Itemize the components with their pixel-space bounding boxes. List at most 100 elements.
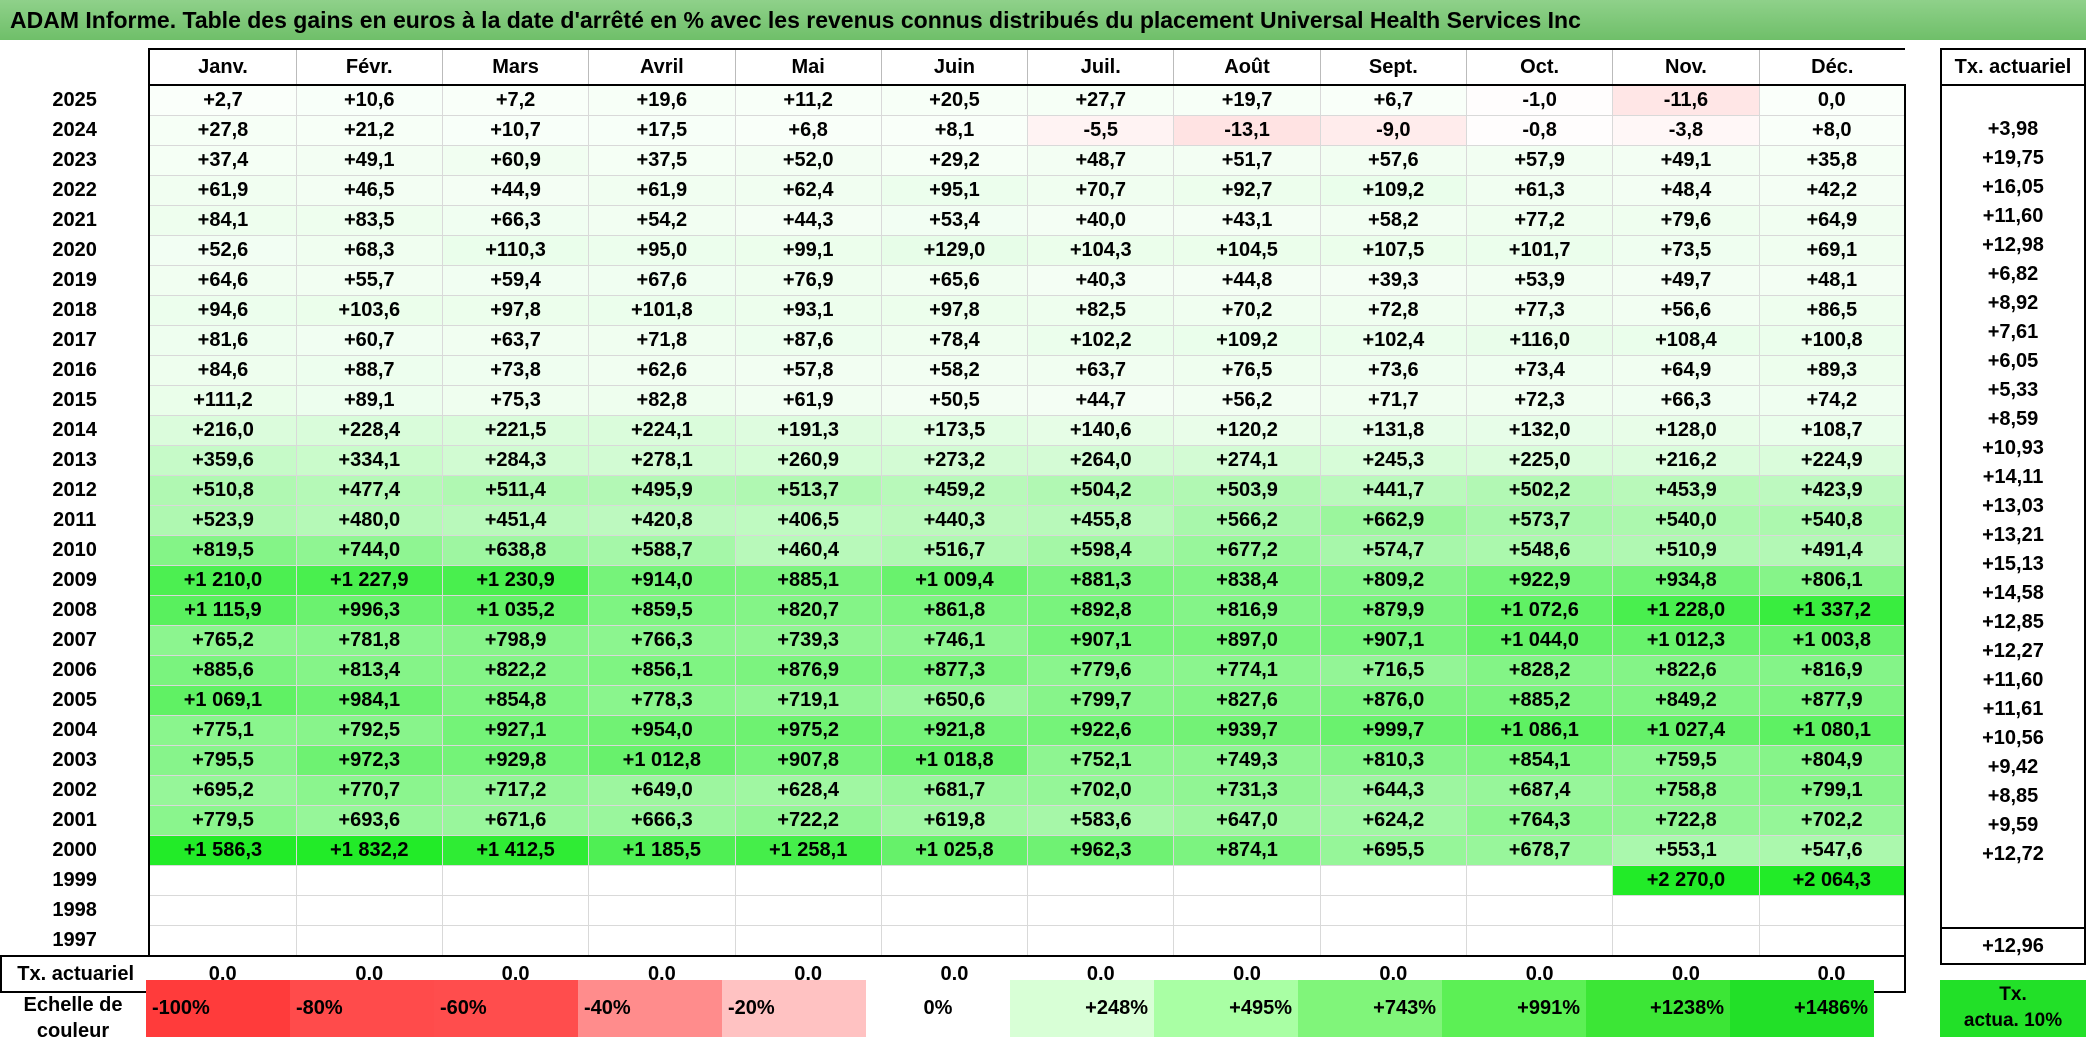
- gain-cell: +58,2: [880, 355, 1029, 386]
- gain-cell: +29,2: [880, 145, 1029, 176]
- gain-cell: +804,9: [1758, 745, 1906, 776]
- gain-cell: +82,5: [1027, 295, 1175, 326]
- gain-cell: +972,3: [295, 745, 443, 776]
- gain-cell: +856,1: [588, 655, 736, 686]
- gain-cell: +583,6: [1027, 805, 1175, 836]
- gain-cell: +516,7: [880, 535, 1029, 566]
- actuarial-swatch-line2: actua. 10%: [1963, 1010, 2063, 1031]
- gain-cell: +881,3: [1027, 565, 1175, 596]
- gain-cell: [1173, 865, 1321, 896]
- actuarial-rate-cell: +10,56: [1940, 724, 2086, 753]
- gain-cell: +48,7: [1027, 145, 1175, 176]
- gain-cell: +813,4: [295, 655, 443, 686]
- gain-cell: +83,5: [295, 205, 443, 236]
- gain-cell: +588,7: [588, 535, 736, 566]
- actuarial-rate-cell: +6,82: [1940, 260, 2086, 289]
- gain-cell: +984,1: [295, 685, 443, 716]
- gain-cell: +2 270,0: [1612, 865, 1760, 896]
- gain-cell: +104,3: [1027, 235, 1175, 266]
- gain-cell: +907,8: [734, 745, 882, 776]
- gain-cell: +77,3: [1465, 295, 1614, 326]
- table-row: 2008 +1 115,9 +996,3 +1 035,2 +859,5 +820,7 +8…: [1, 595, 1906, 626]
- gain-cell: +1 185,5: [588, 835, 736, 866]
- gain-cell: +774,1: [1173, 655, 1321, 686]
- gain-cell: +173,5: [880, 415, 1029, 446]
- gain-cell: +511,4: [441, 475, 590, 506]
- gain-cell: +649,0: [588, 775, 736, 806]
- color-scale: -100% -80% -60% -40% -20% 0% +248% +495% +743% +9…: [146, 980, 1874, 1037]
- color-scale-swatch: -20%: [722, 980, 866, 1037]
- gain-cell: +927,1: [441, 715, 590, 746]
- gain-cell: +274,1: [1173, 445, 1321, 476]
- gain-cell: +191,3: [734, 415, 882, 446]
- actuarial-rate-cell: +16,05: [1940, 173, 2086, 202]
- gain-cell: +892,8: [1027, 595, 1175, 626]
- table-row: +12,98: [1940, 231, 2086, 260]
- actuarial-rate-cell: +15,13: [1940, 550, 2086, 579]
- year-label: 2001: [52, 809, 97, 831]
- gain-cell: +502,2: [1465, 475, 1614, 506]
- gain-cell: +225,0: [1465, 445, 1614, 476]
- gain-cell: +779,5: [148, 805, 297, 836]
- table-row: 2017 +81,6 +60,7 +63,7 +71,8 +87,6 +78,4 +102,2…: [1, 325, 1906, 356]
- gain-cell: +264,0: [1027, 445, 1175, 476]
- gain-cell: +1 003,8: [1758, 625, 1906, 656]
- gain-cell: +73,5: [1612, 235, 1760, 266]
- actuarial-rate-cell: +8,59: [1940, 405, 2086, 434]
- gain-cell: +97,8: [441, 295, 590, 326]
- gain-cell: +752,1: [1027, 745, 1175, 776]
- table-row: 2022 +61,9 +46,5 +44,9 +61,9 +62,4 +95,1 +70,7 +…: [1, 175, 1906, 206]
- gain-cell: +717,2: [441, 775, 590, 806]
- gain-cell: +120,2: [1173, 415, 1321, 446]
- gain-cell: +104,5: [1173, 235, 1321, 266]
- year-label: 2012: [52, 479, 97, 501]
- gain-cell: [1027, 895, 1175, 926]
- gain-cell: +1 080,1: [1758, 715, 1906, 746]
- gain-cell: [734, 895, 882, 926]
- gain-cell: +93,1: [734, 295, 882, 326]
- gain-cell: +495,9: [588, 475, 736, 506]
- table-row: +14,58: [1940, 579, 2086, 608]
- year-label: 2023: [52, 149, 97, 171]
- gain-cell: +74,2: [1758, 385, 1906, 416]
- gain-cell: [1758, 925, 1906, 956]
- actuarial-rate-cell: +19,75: [1940, 144, 2086, 173]
- gain-cell: +822,6: [1612, 655, 1760, 686]
- gain-cell: -3,8: [1612, 115, 1760, 146]
- month-header: Sept.: [1319, 48, 1467, 86]
- gain-cell: +455,8: [1027, 505, 1175, 536]
- table-row: +5,33: [1940, 376, 2086, 405]
- gain-cell: +8,0: [1758, 115, 1906, 146]
- gain-cell: +10,7: [441, 115, 590, 146]
- gain-cell: 0,0: [1758, 84, 1906, 116]
- gain-cell: +37,5: [588, 145, 736, 176]
- gain-cell: +1 227,9: [295, 565, 443, 596]
- table-row: +13,21: [1940, 521, 2086, 550]
- gain-cell: +1 258,1: [734, 835, 882, 866]
- gain-cell: +1 009,4: [880, 565, 1029, 596]
- actuarial-rate-cell: [1940, 898, 2086, 928]
- gain-cell: +77,2: [1465, 205, 1614, 236]
- gain-cell: -11,6: [1612, 84, 1760, 116]
- gain-cell: +1 228,0: [1612, 595, 1760, 626]
- actuarial-rate-cell: +11,60: [1940, 666, 2086, 695]
- color-scale-label-line1: Echelle de: [23, 994, 123, 1016]
- color-scale-swatch: -80%: [290, 980, 434, 1037]
- gain-cell: +1 012,3: [1612, 625, 1760, 656]
- gain-cell: +116,0: [1465, 325, 1614, 356]
- gain-cell: [148, 925, 297, 956]
- gain-cell: +20,5: [880, 84, 1029, 116]
- gain-cell: +1 086,1: [1465, 715, 1614, 746]
- gain-cell: +60,7: [295, 325, 443, 356]
- gain-cell: [1173, 925, 1321, 956]
- gain-cell: [148, 865, 297, 896]
- gain-cell: +48,4: [1612, 175, 1760, 206]
- table-row: 2020 +52,6 +68,3 +110,3 +95,0 +99,1 +129,0 +104…: [1, 235, 1906, 266]
- gain-cell: +64,9: [1758, 205, 1906, 236]
- gain-cell: +876,0: [1319, 685, 1467, 716]
- gain-cell: +996,3: [295, 595, 443, 626]
- gain-cell: +58,2: [1319, 205, 1467, 236]
- gain-cell: +57,8: [734, 355, 882, 386]
- gain-cell: +71,7: [1319, 385, 1467, 416]
- month-header: Oct.: [1465, 48, 1613, 86]
